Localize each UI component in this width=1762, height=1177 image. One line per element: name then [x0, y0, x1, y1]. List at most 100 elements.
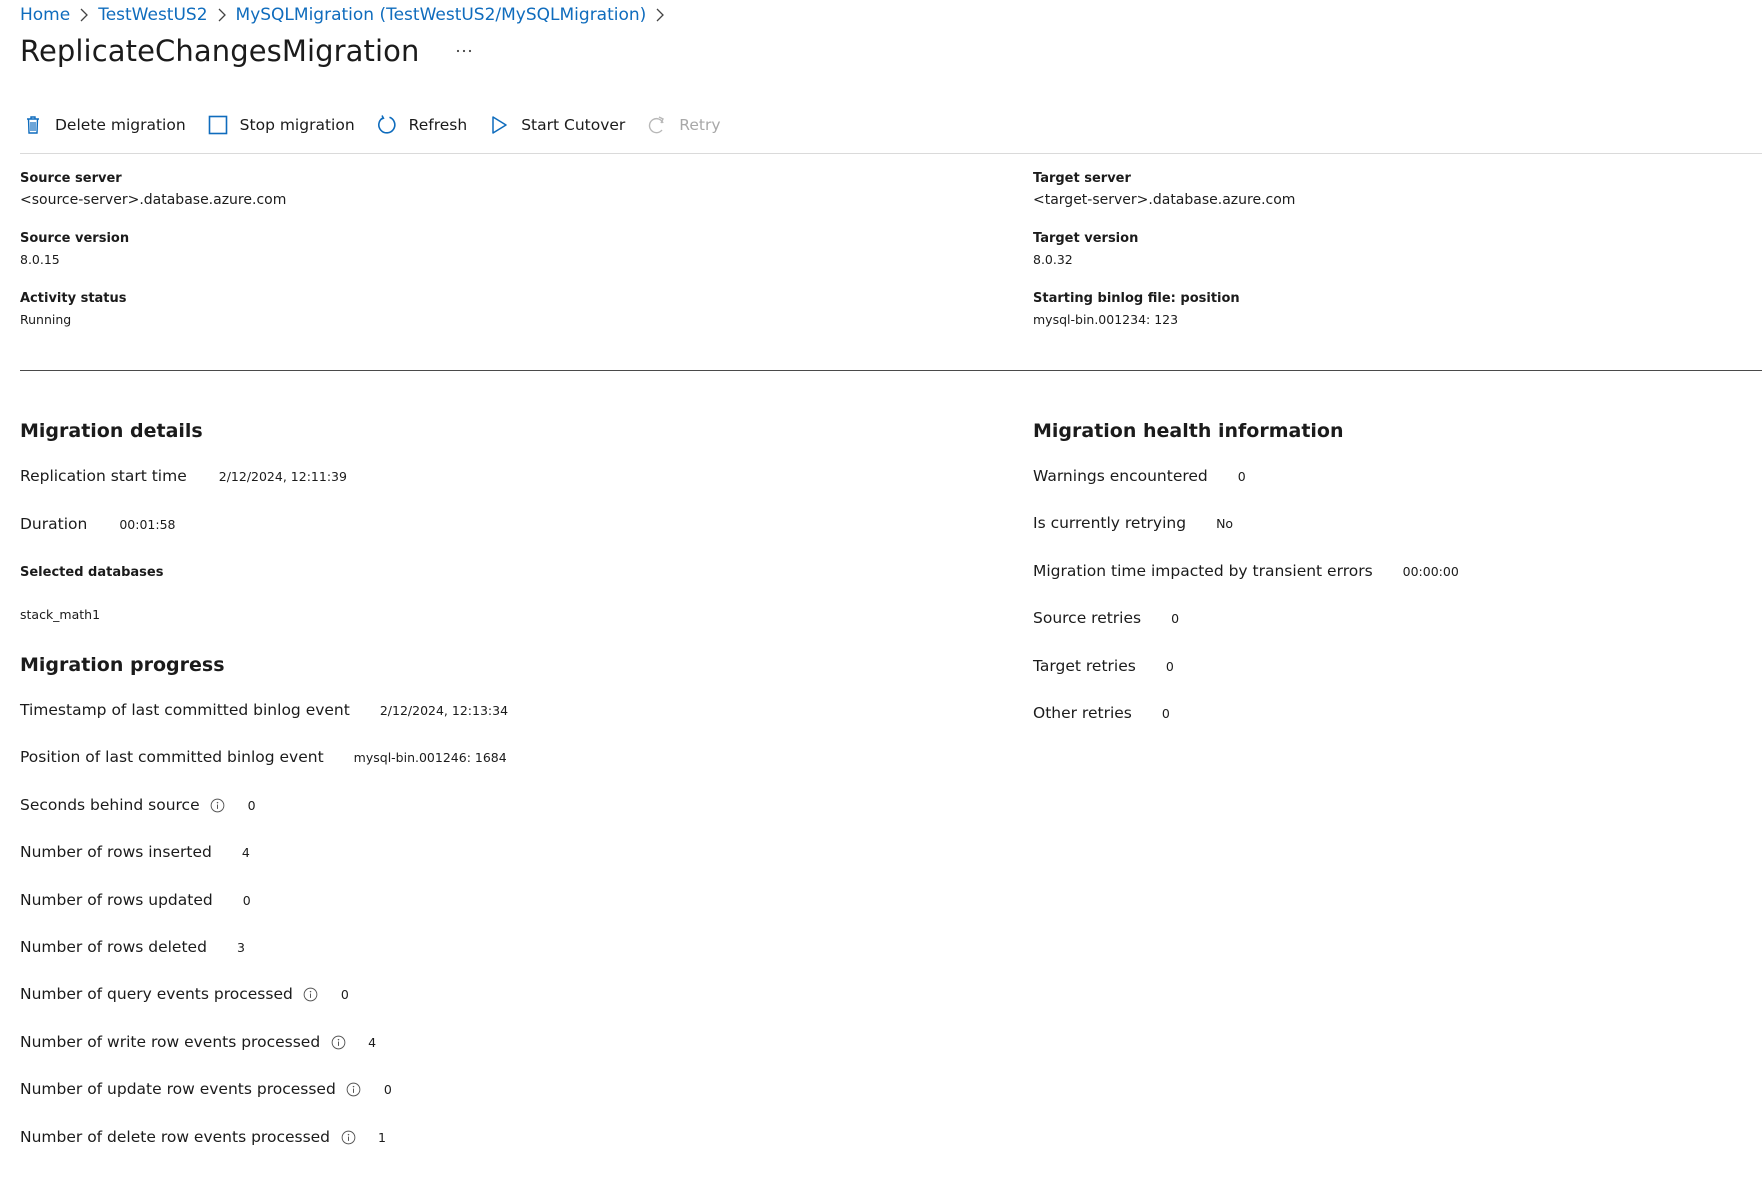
health-row: Other retries 0	[1033, 704, 1170, 722]
source-version-label: Source version	[20, 231, 130, 246]
health-value: 0	[1165, 658, 1174, 674]
migration-health-heading: Migration health information	[1033, 420, 1344, 442]
refresh-button[interactable]: Refresh	[374, 112, 468, 138]
replication-start-value: 2/12/2024, 12:11:39	[218, 468, 347, 484]
progress-row: Number of rows inserted 4	[20, 843, 250, 861]
retry-button[interactable]: Retry	[644, 112, 721, 138]
progress-label: Number of delete row events processed	[20, 1128, 331, 1146]
progress-label: Number of query events processed	[20, 985, 293, 1003]
health-label: Source retries	[1033, 609, 1142, 627]
progress-value: 0	[247, 797, 256, 813]
target-server-field: Target server <target-server>.database.a…	[1033, 171, 1295, 208]
progress-row: Seconds behind source 0	[20, 796, 256, 814]
info-icon[interactable]	[303, 986, 319, 1002]
health-value: 0	[1171, 610, 1180, 626]
progress-row: Position of last committed binlog event m…	[20, 748, 507, 766]
progress-row: Number of rows deleted 3	[20, 938, 245, 956]
info-icon[interactable]	[210, 797, 226, 813]
delete-migration-button[interactable]: Delete migration	[20, 112, 186, 138]
health-row: Warnings encountered 0	[1033, 467, 1246, 485]
progress-label: Number of rows updated	[20, 891, 213, 909]
progress-label: Number of rows inserted	[20, 843, 212, 861]
replication-start-row: Replication start time 2/12/2024, 12:11:…	[20, 467, 347, 485]
refresh-icon	[374, 112, 400, 138]
source-server-label: Source server	[20, 171, 122, 186]
progress-row: Number of write row events processed 4	[20, 1033, 376, 1051]
trash-icon	[20, 112, 46, 138]
progress-row: Number of delete row events processed 1	[20, 1128, 386, 1146]
duration-value: 00:01:58	[119, 516, 176, 532]
section-divider	[20, 370, 1762, 371]
health-value: No	[1216, 515, 1234, 531]
progress-label: Number of write row events processed	[20, 1033, 321, 1051]
migration-details-heading: Migration details	[20, 420, 203, 442]
health-label: Warnings encountered	[1033, 467, 1208, 485]
progress-value: 0	[383, 1081, 392, 1097]
starting-binlog-label: Starting binlog file: position	[1033, 291, 1240, 306]
breadcrumb-migration-service-link[interactable]: MySQLMigration (TestWestUS2/MySQLMigrati…	[236, 5, 647, 25]
progress-value: 0	[242, 892, 251, 908]
activity-status-label: Activity status	[20, 291, 127, 306]
stop-migration-button[interactable]: Stop migration	[205, 112, 355, 138]
progress-row: Number of update row events processed 0	[20, 1080, 392, 1098]
starting-binlog-value: mysql-bin.001234: 123	[1033, 312, 1179, 327]
target-version-field: Target version 8.0.32	[1033, 231, 1138, 267]
toolbar-divider	[20, 153, 1762, 154]
progress-row: Number of rows updated 0	[20, 891, 251, 909]
starting-binlog-field: Starting binlog file: position mysql-bin…	[1033, 291, 1240, 327]
health-value: 0	[1161, 705, 1170, 721]
selected-databases-label: Selected databases	[20, 565, 164, 580]
activity-status-field: Activity status Running	[20, 291, 127, 327]
delete-migration-label: Delete migration	[55, 116, 186, 134]
health-row: Migration time impacted by transient err…	[1033, 562, 1459, 580]
refresh-label: Refresh	[408, 116, 468, 134]
source-server-value: <source-server>.database.azure.com	[20, 192, 287, 208]
progress-row: Number of query events processed 0	[20, 985, 349, 1003]
breadcrumb: Home TestWestUS2 MySQLMigration (TestWes…	[20, 5, 674, 25]
source-server-field: Source server <source-server>.database.a…	[20, 171, 286, 208]
command-bar: Delete migration Stop migration Refresh …	[20, 112, 740, 138]
health-row: Source retries 0	[1033, 609, 1179, 627]
progress-row: Timestamp of last committed binlog event…	[20, 701, 508, 719]
target-server-value: <target-server>.database.azure.com	[1033, 192, 1296, 208]
health-label: Other retries	[1033, 704, 1132, 722]
progress-value: 2/12/2024, 12:13:34	[379, 702, 509, 718]
source-version-field: Source version 8.0.15	[20, 231, 129, 267]
health-label: Is currently retrying	[1033, 514, 1187, 532]
migration-progress-heading: Migration progress	[20, 654, 225, 676]
duration-row: Duration 00:01:58	[20, 515, 175, 533]
breadcrumb-home-link[interactable]: Home	[20, 5, 70, 25]
duration-label: Duration	[20, 515, 88, 533]
start-cutover-button[interactable]: Start Cutover	[486, 112, 625, 138]
selected-databases-value: stack_math1	[20, 607, 101, 622]
progress-value: 4	[368, 1034, 377, 1050]
health-label: Migration time impacted by transient err…	[1033, 562, 1373, 580]
health-value: 0	[1237, 468, 1246, 484]
progress-value: 4	[241, 844, 250, 860]
retry-icon	[644, 112, 670, 138]
progress-label: Timestamp of last committed binlog event	[20, 701, 350, 719]
health-row: Target retries 0	[1033, 657, 1174, 675]
start-cutover-label: Start Cutover	[521, 116, 626, 134]
health-value: 00:00:00	[1402, 563, 1459, 579]
health-label: Target retries	[1033, 657, 1136, 675]
progress-label: Seconds behind source	[20, 796, 200, 814]
info-icon[interactable]	[346, 1081, 362, 1097]
chevron-right-icon	[208, 5, 236, 25]
progress-value: 1	[378, 1129, 386, 1145]
source-version-value: 8.0.15	[20, 252, 60, 267]
info-icon[interactable]	[330, 1034, 346, 1050]
target-server-label: Target server	[1033, 171, 1131, 186]
progress-label: Position of last committed binlog event	[20, 748, 324, 766]
page-title: ReplicateChangesMigration	[20, 34, 420, 68]
more-options-button[interactable]	[452, 39, 476, 63]
progress-label: Number of rows deleted	[20, 938, 207, 956]
breadcrumb-resource-group-link[interactable]: TestWestUS2	[98, 5, 207, 25]
stop-migration-label: Stop migration	[239, 116, 355, 134]
target-version-label: Target version	[1033, 231, 1139, 246]
chevron-right-icon	[70, 5, 98, 25]
progress-value: 0	[340, 986, 349, 1002]
info-icon[interactable]	[340, 1129, 356, 1145]
title-row: ReplicateChangesMigration	[20, 34, 476, 68]
target-version-value: 8.0.32	[1033, 252, 1073, 267]
